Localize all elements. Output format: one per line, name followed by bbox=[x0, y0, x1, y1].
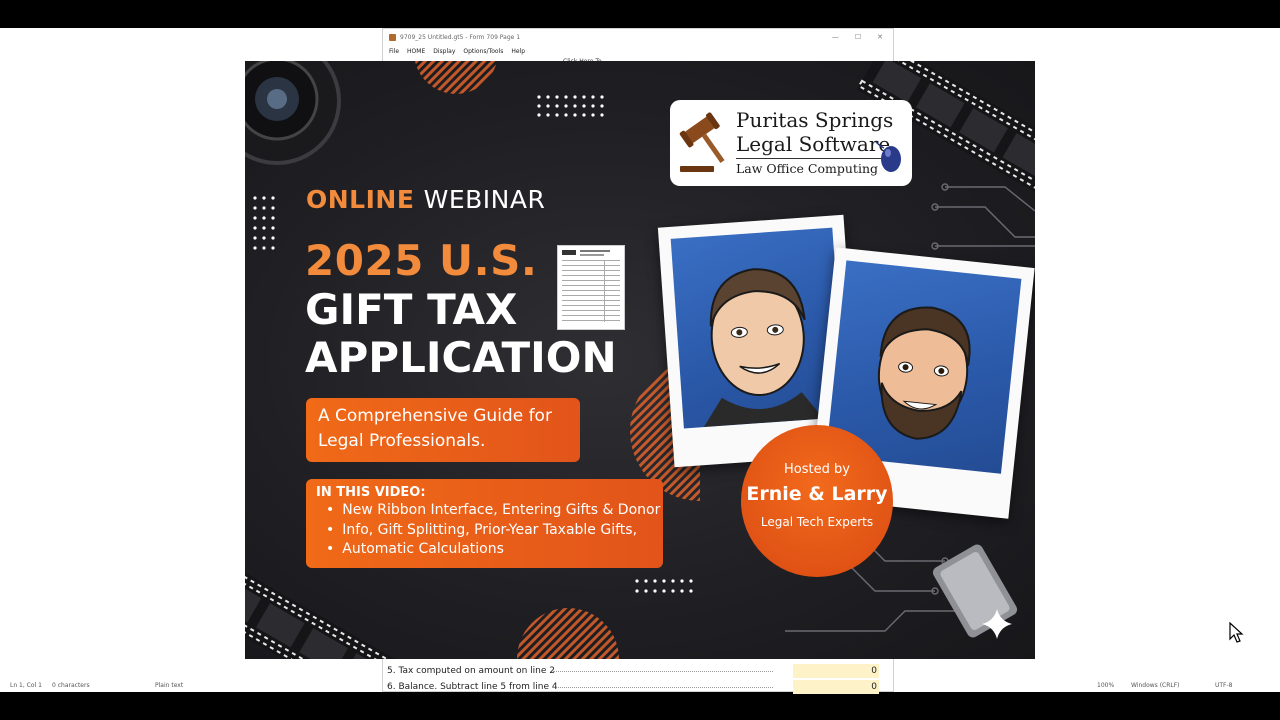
in-this-video-heading: IN THIS VIDEO: bbox=[316, 485, 426, 500]
company-logo: Puritas Springs Legal Software Law Offic… bbox=[670, 100, 912, 186]
striped-semicircle bbox=[517, 608, 619, 659]
minimize-icon[interactable]: — bbox=[832, 33, 839, 41]
form-thumbnail bbox=[557, 245, 625, 330]
menu-options-tools[interactable]: Options/Tools bbox=[463, 48, 503, 55]
app-title: 9709_25 Untitled.gt5 - Form 709 Page 1 bbox=[400, 33, 521, 41]
hosted-by-label: Hosted by bbox=[784, 462, 850, 477]
app-titlebar: 9709_25 Untitled.gt5 - Form 709 Page 1 —… bbox=[383, 29, 893, 45]
app-icon bbox=[389, 33, 396, 41]
status-zoom: 100% bbox=[1097, 682, 1115, 689]
close-icon[interactable]: ✕ bbox=[877, 33, 883, 41]
logo-line-3: Law Office Computing bbox=[736, 161, 878, 176]
status-position: Ln 1, Col 1 bbox=[10, 682, 42, 689]
webinar-label-webinar: WEBINAR bbox=[423, 185, 546, 214]
logo-divider bbox=[736, 158, 896, 159]
in-this-video-box: IN THIS VIDEO: New Ribbon Interface, Ent… bbox=[306, 479, 663, 568]
host-title: Legal Tech Experts bbox=[760, 515, 874, 529]
maximize-icon[interactable]: ☐ bbox=[855, 33, 861, 41]
screen: 9709_25 Untitled.gt5 - Form 709 Page 1 —… bbox=[0, 0, 1280, 720]
leader-dots bbox=[553, 671, 773, 672]
film-strip-icon bbox=[245, 561, 416, 659]
mouse-icon bbox=[875, 141, 901, 172]
menu-display[interactable]: Display bbox=[433, 48, 455, 55]
gavel-icon bbox=[679, 112, 725, 172]
webinar-poster: ONLINE WEBINAR 2025 U.S. GIFT TAX APPLIC… bbox=[245, 61, 1035, 659]
logo-line-2: Legal Software bbox=[736, 132, 891, 156]
dot-grid bbox=[253, 196, 275, 250]
video-topic-item: New Ribbon Interface, Entering Gifts & D… bbox=[316, 501, 660, 521]
cursor-icon bbox=[1229, 622, 1244, 643]
status-format: Plain text bbox=[155, 682, 184, 689]
menu-help[interactable]: Help bbox=[511, 48, 525, 55]
striped-semicircle bbox=[415, 61, 497, 94]
title-gift-tax: GIFT TAX bbox=[305, 285, 518, 334]
video-topic-item: Automatic Calculations bbox=[316, 540, 653, 560]
camera-lens-icon bbox=[245, 61, 341, 165]
app-menubar: File HOME Display Options/Tools Help bbox=[383, 45, 893, 57]
form-row-value-field[interactable]: 0 bbox=[793, 664, 879, 678]
status-bar: Ln 1, Col 1 0 characters Plain text 100%… bbox=[0, 680, 1280, 692]
menu-home[interactable]: HOME bbox=[407, 48, 425, 55]
title-year: 2025 U.S. bbox=[305, 236, 538, 285]
form-row: 5. Tax computed on amount on line 2 0 bbox=[383, 663, 893, 679]
webinar-label-online: ONLINE bbox=[306, 185, 415, 214]
logo-line-1: Puritas Springs bbox=[736, 108, 894, 132]
status-chars: 0 characters bbox=[52, 682, 90, 689]
video-topic-item: Info, Gift Splitting, Prior-Year Taxable… bbox=[316, 521, 653, 541]
status-encoding: UTF-8 bbox=[1215, 682, 1233, 689]
form-page-icon bbox=[562, 250, 620, 322]
webinar-label: ONLINE WEBINAR bbox=[306, 185, 545, 214]
dot-grid bbox=[635, 579, 693, 593]
dot-grid bbox=[537, 95, 604, 117]
guide-banner: A Comprehensive Guide for Legal Professi… bbox=[306, 398, 580, 462]
form-row-label: 5. Tax computed on amount on line 2 bbox=[387, 666, 555, 676]
host-names: Ernie & Larry bbox=[746, 483, 888, 505]
status-line-ending: Windows (CRLF) bbox=[1131, 682, 1180, 689]
guide-line: Legal Professionals. bbox=[318, 431, 486, 451]
title-application: APPLICATION bbox=[305, 333, 617, 382]
hosted-by-badge: Hosted by Ernie & Larry Legal Tech Exper… bbox=[741, 425, 893, 577]
window-controls: — ☐ ✕ bbox=[832, 33, 893, 41]
guide-line: A Comprehensive Guide for bbox=[318, 406, 552, 426]
menu-file[interactable]: File bbox=[389, 48, 399, 55]
